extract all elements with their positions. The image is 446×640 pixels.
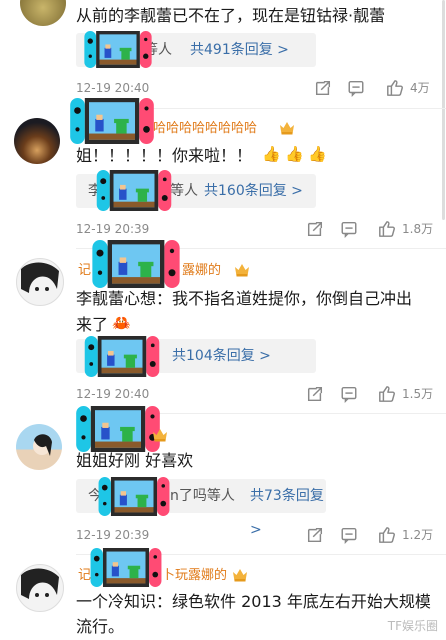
avatar[interactable] xyxy=(16,564,64,612)
like-icon[interactable] xyxy=(386,79,404,97)
comment-icon[interactable] xyxy=(347,79,365,97)
crown-icon xyxy=(232,568,248,582)
like-icon[interactable] xyxy=(378,526,396,544)
comment-icon[interactable] xyxy=(340,385,358,403)
reply-preview-text: 等人 xyxy=(170,183,198,199)
crown-icon xyxy=(279,121,295,135)
share-icon[interactable] xyxy=(306,526,324,544)
action-row: 12-19 20:40 1.5万 xyxy=(76,382,436,406)
like-count: 1.5万 xyxy=(402,387,434,401)
switch-sticker xyxy=(70,98,154,144)
switch-sticker xyxy=(92,240,180,288)
avatar[interactable] xyxy=(20,0,66,26)
timestamp: 12-19 20:40 xyxy=(76,81,150,95)
comment-text: 流行。 xyxy=(76,617,125,636)
comment-text: 来了 xyxy=(76,315,109,334)
timestamp: 12-19 20:39 xyxy=(76,528,150,542)
scrollbar[interactable] xyxy=(442,0,445,220)
action-row: 12-19 20:39 1.2万 xyxy=(76,523,436,547)
switch-sticker xyxy=(96,170,172,211)
thumbs-up-emoji: 👍 xyxy=(262,145,281,163)
crab-emoji: 🦀 xyxy=(112,314,131,332)
reply-count-link[interactable]: 共491条回复 > xyxy=(190,33,289,67)
crown-icon xyxy=(234,263,250,277)
username[interactable]: 记 xyxy=(78,260,91,282)
switch-sticker xyxy=(84,336,160,377)
comment-icon[interactable] xyxy=(340,220,358,238)
switch-sticker xyxy=(90,548,162,587)
action-row: 12-19 20:40 4万 xyxy=(76,76,436,100)
share-icon[interactable] xyxy=(306,220,324,238)
thumbs-up-emoji: 👍 xyxy=(308,145,327,163)
reply-count-link[interactable]: 共104条回复 > xyxy=(172,339,271,373)
avatar[interactable] xyxy=(16,258,64,306)
like-count: 4万 xyxy=(410,81,430,95)
comment-text: 姐！！！！！你来啦！！ xyxy=(76,146,253,165)
share-icon[interactable] xyxy=(314,79,332,97)
thumbs-up-emoji: 👍 xyxy=(285,145,304,163)
timestamp: 12-19 20:40 xyxy=(76,387,150,401)
like-icon[interactable] xyxy=(378,220,396,238)
switch-sticker xyxy=(76,406,160,452)
share-icon[interactable] xyxy=(306,385,324,403)
username[interactable]: 哈哈哈哈哈哈哈哈 xyxy=(153,118,257,140)
username[interactable]: 露娜的 xyxy=(182,260,221,282)
username[interactable]: 卜玩露娜的 xyxy=(162,565,227,587)
switch-sticker xyxy=(98,477,170,516)
like-count: 1.8万 xyxy=(402,222,434,236)
comment-icon[interactable] xyxy=(340,526,358,544)
avatar[interactable] xyxy=(16,424,62,470)
comment-text: 李靓蕾心想：我不指名道姓提你，你倒自己冲出 xyxy=(76,289,413,308)
comment-text: 姐姐好刚 好喜欢 xyxy=(76,451,194,470)
action-row: 12-19 20:39 1.8万 xyxy=(76,217,436,241)
like-icon[interactable] xyxy=(378,385,396,403)
crown-icon xyxy=(152,428,168,442)
reply-count-link[interactable]: 共160条回复 > xyxy=(204,174,303,208)
switch-sticker xyxy=(84,31,152,68)
avatar[interactable] xyxy=(14,118,60,164)
comment-text: 从前的李靓蕾已不在了，现在是钮钴禄·靓蕾 xyxy=(76,6,386,25)
watermark: TF娱乐圈 xyxy=(387,619,438,633)
reply-preview-text: n了吗等人 xyxy=(170,488,235,504)
like-count: 1.2万 xyxy=(402,528,434,542)
timestamp: 12-19 20:39 xyxy=(76,222,150,236)
comment-text: 一个冷知识：绿色软件 2013 年底左右开始大规模 xyxy=(76,592,431,611)
